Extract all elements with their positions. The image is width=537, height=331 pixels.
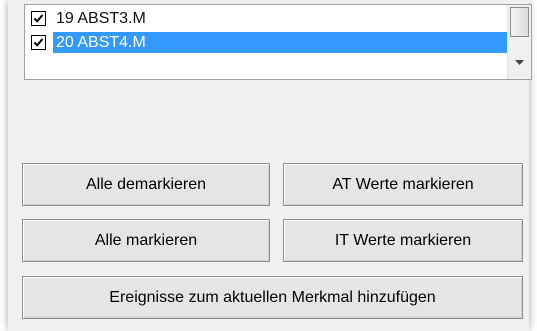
check-icon <box>33 14 44 23</box>
vertical-scrollbar[interactable] <box>507 5 531 79</box>
mark-it-values-button[interactable]: IT Werte markieren <box>283 219 523 262</box>
check-icon <box>33 38 44 47</box>
item-checkbox[interactable] <box>31 11 46 26</box>
list-item-label: 19 ABST3.M <box>56 10 146 27</box>
list-item-selected[interactable]: 20 ABST4.M <box>25 31 507 54</box>
mark-at-values-button[interactable]: AT Werte markieren <box>283 163 523 206</box>
scroll-thumb[interactable] <box>510 7 529 37</box>
scroll-down-button[interactable] <box>508 45 531 79</box>
feature-listbox[interactable]: 19 ABST3.M 20 ABST4.M <box>24 4 532 80</box>
list-item-label: 20 ABST4.M <box>53 32 507 53</box>
mark-all-button[interactable]: Alle markieren <box>22 219 270 262</box>
demark-all-button[interactable]: Alle demarkieren <box>22 163 270 206</box>
list-item[interactable]: 19 ABST3.M <box>25 7 507 30</box>
triangle-down-icon <box>515 59 524 65</box>
add-events-button[interactable]: Ereignisse zum aktuellen Merkmal hinzufü… <box>22 276 523 319</box>
item-checkbox[interactable] <box>31 35 46 50</box>
